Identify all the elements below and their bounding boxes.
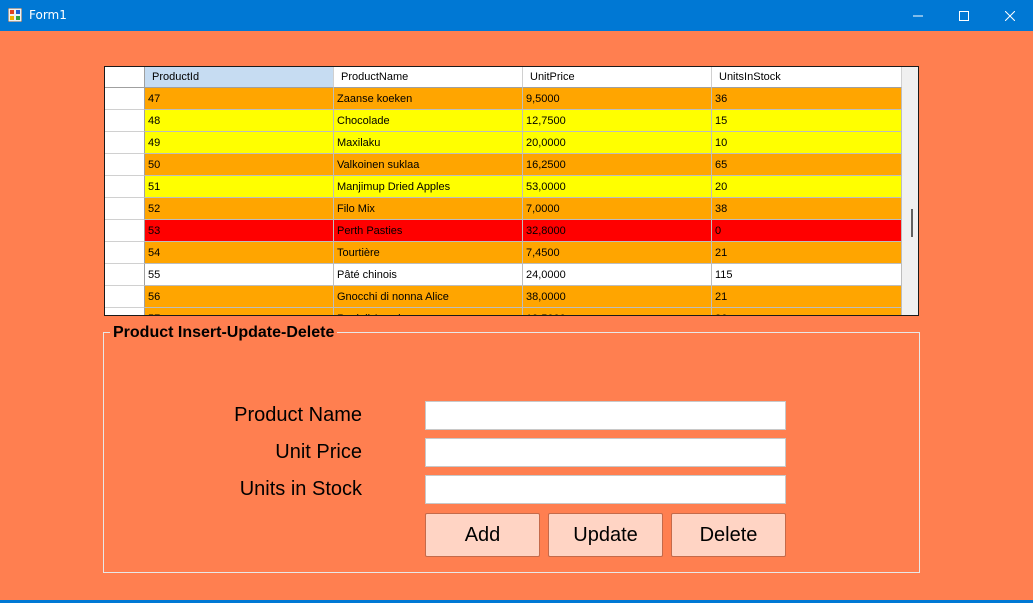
close-button[interactable] xyxy=(987,0,1033,31)
grid-cell[interactable]: 24,0000 xyxy=(523,264,712,286)
grid-cell[interactable]: 36 xyxy=(712,308,902,315)
grid-cell[interactable]: 56 xyxy=(145,286,334,308)
grid-cell[interactable]: 7,4500 xyxy=(523,242,712,264)
grid-cell[interactable]: 12,7500 xyxy=(523,110,712,132)
row-header[interactable] xyxy=(105,242,145,264)
row-header[interactable] xyxy=(105,286,145,308)
grid-cell[interactable]: 47 xyxy=(145,88,334,110)
maximize-button[interactable] xyxy=(941,0,987,31)
grid-cell[interactable]: 21 xyxy=(712,242,902,264)
row-header[interactable] xyxy=(105,198,145,220)
grid-cell[interactable]: 21 xyxy=(712,286,902,308)
grid-cell[interactable]: 53 xyxy=(145,220,334,242)
minimize-button[interactable] xyxy=(895,0,941,31)
update-button[interactable]: Update xyxy=(548,513,663,557)
maximize-icon xyxy=(959,10,969,21)
grid-cell[interactable]: 50 xyxy=(145,154,334,176)
row-header[interactable] xyxy=(105,176,145,198)
grid-cell[interactable]: Pâté chinois xyxy=(334,264,523,286)
column-header-unitprice[interactable]: UnitPrice xyxy=(523,67,712,88)
unit-price-input[interactable] xyxy=(425,438,786,467)
grid-cell[interactable]: 54 xyxy=(145,242,334,264)
column-header-unitsinstock[interactable]: UnitsInStock xyxy=(712,67,902,88)
grid-cell[interactable]: 53,0000 xyxy=(523,176,712,198)
scrollbar-thumb[interactable] xyxy=(911,209,913,237)
grid-cell[interactable]: Valkoinen suklaa xyxy=(334,154,523,176)
column-header-productname[interactable]: ProductName xyxy=(334,67,523,88)
grid-cell[interactable]: Tourtière xyxy=(334,242,523,264)
row-header[interactable] xyxy=(105,264,145,286)
grid-cell[interactable]: 20,0000 xyxy=(523,132,712,154)
column-header-productid[interactable]: ProductId xyxy=(145,67,334,88)
units-in-stock-input[interactable] xyxy=(425,475,786,504)
group-title: Product Insert-Update-Delete xyxy=(110,324,338,342)
grid-cell[interactable]: 49 xyxy=(145,132,334,154)
row-header[interactable] xyxy=(105,88,145,110)
grid-cell[interactable]: 55 xyxy=(145,264,334,286)
grid-cell[interactable]: 57 xyxy=(145,308,334,315)
product-name-label: Product Name xyxy=(234,404,362,426)
row-header[interactable] xyxy=(105,154,145,176)
grid-cell[interactable]: Zaanse koeken xyxy=(334,88,523,110)
product-name-input[interactable] xyxy=(425,401,786,430)
delete-button[interactable]: Delete xyxy=(671,513,786,557)
grid-cell[interactable]: Gnocchi di nonna Alice xyxy=(334,286,523,308)
grid-cell[interactable]: 10 xyxy=(712,132,902,154)
window-title: Form1 xyxy=(29,8,67,22)
unit-price-label: Unit Price xyxy=(275,441,362,463)
grid-cell[interactable]: 32,8000 xyxy=(523,220,712,242)
grid-cell[interactable]: Perth Pasties xyxy=(334,220,523,242)
grid-cell[interactable]: 20 xyxy=(712,176,902,198)
grid-cell[interactable]: Maxilaku xyxy=(334,132,523,154)
add-button[interactable]: Add xyxy=(425,513,540,557)
grid-cell[interactable]: 16,2500 xyxy=(523,154,712,176)
units-in-stock-label: Units in Stock xyxy=(239,478,362,500)
grid-cell[interactable]: 36 xyxy=(712,88,902,110)
grid-cell[interactable]: 19,5000 xyxy=(523,308,712,315)
grid-cell[interactable]: 15 xyxy=(712,110,902,132)
grid-cell[interactable]: 38 xyxy=(712,198,902,220)
minimize-icon xyxy=(913,15,923,16)
grid-cell[interactable]: 65 xyxy=(712,154,902,176)
grid-cell[interactable]: 0 xyxy=(712,220,902,242)
title-bar: Form1 xyxy=(0,0,1033,31)
vertical-scrollbar[interactable] xyxy=(902,67,918,315)
grid-cell[interactable]: 48 xyxy=(145,110,334,132)
row-header[interactable] xyxy=(105,110,145,132)
row-header[interactable] xyxy=(105,132,145,154)
row-header[interactable] xyxy=(105,220,145,242)
grid-cell[interactable]: 52 xyxy=(145,198,334,220)
app-icon xyxy=(8,8,22,22)
grid-cell[interactable]: 51 xyxy=(145,176,334,198)
grid-cell[interactable]: Chocolade xyxy=(334,110,523,132)
close-icon xyxy=(1005,10,1015,21)
grid-cell[interactable]: Filo Mix xyxy=(334,198,523,220)
grid-cell[interactable]: 7,0000 xyxy=(523,198,712,220)
row-header[interactable] xyxy=(105,308,145,315)
grid-cell[interactable]: 9,5000 xyxy=(523,88,712,110)
grid-cell[interactable]: Ravioli Angelo xyxy=(334,308,523,315)
grid-corner[interactable] xyxy=(105,67,145,88)
grid-cell[interactable]: 38,0000 xyxy=(523,286,712,308)
products-grid[interactable]: ProductId ProductName UnitPrice UnitsInS… xyxy=(104,66,919,316)
grid-cell[interactable]: Manjimup Dried Apples xyxy=(334,176,523,198)
grid-cell[interactable]: 115 xyxy=(712,264,902,286)
